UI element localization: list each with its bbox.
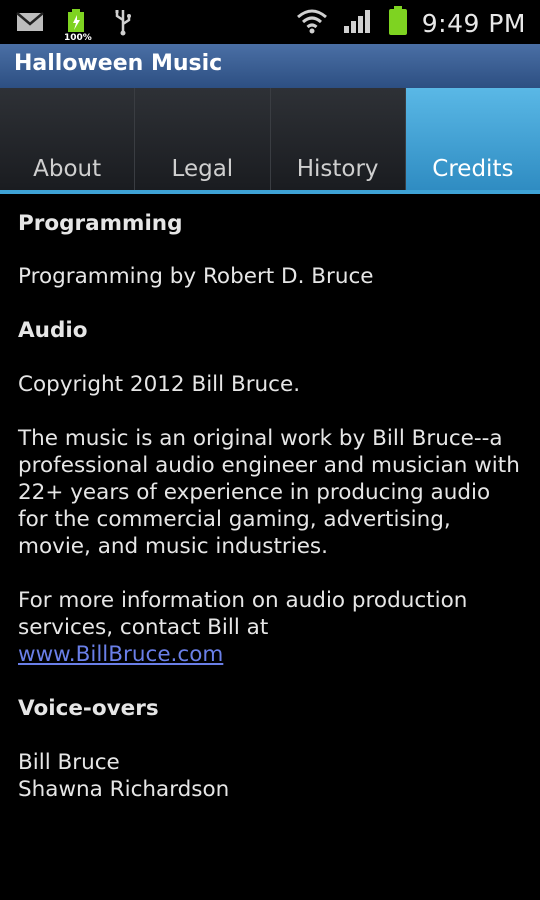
audio-description: The music is an original work by Bill Br… [18,426,520,559]
billbruce-link[interactable]: www.BillBruce.com [18,642,223,667]
tab-credits[interactable]: Credits [405,88,540,190]
tab-label-about: About [33,156,102,182]
signal-icon [342,8,374,38]
programming-text: Programming by Robert D. Bruce [18,264,374,289]
tab-legal[interactable]: Legal [135,88,271,190]
usb-icon [114,8,132,40]
programming-heading: Programming [18,211,183,236]
battery-percent-label: 100% [64,33,92,43]
mail-icon [16,11,44,37]
audio-copyright: Copyright 2012 Bill Bruce. [18,372,301,397]
battery-charging-icon: 100% [64,9,94,43]
voiceovers-heading: Voice-overs [18,696,159,721]
tab-label-history: History [296,156,379,182]
status-bar: 100% 9:49 PM [0,0,540,44]
tab-label-legal: Legal [171,156,234,182]
app-title: Halloween Music [14,51,223,76]
tab-bar: About Legal History Credits [0,88,540,190]
tab-about[interactable]: About [0,88,136,190]
voiceover-name-1: Bill Bruce [18,750,120,775]
audio-contact: For more information on audio production… [18,588,468,640]
clock-time: 9:49 PM [421,8,526,38]
battery-icon [388,6,408,40]
voiceover-name-2: Shawna Richardson [18,777,230,802]
wifi-icon [296,8,328,38]
app-title-bar: Halloween Music [0,44,540,89]
credits-content: Programming Programming by Robert D. Bru… [18,210,523,803]
audio-heading: Audio [18,318,88,343]
tab-label-credits: Credits [432,156,514,182]
tab-indicator-line [0,190,540,194]
tab-history[interactable]: History [270,88,406,190]
